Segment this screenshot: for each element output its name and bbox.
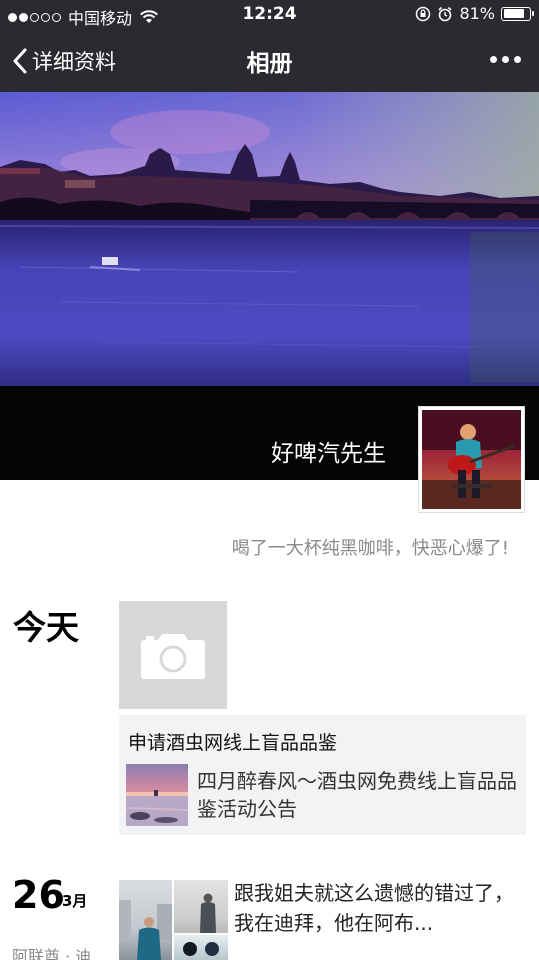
profile-signature: 喝了一大杯纯黑咖啡，快恶心爆了!: [231, 538, 509, 559]
shared-post-text: 申请酒虫网线上盲品品鉴: [128, 732, 338, 754]
person-photo-2: [200, 893, 216, 933]
sunset-lake-image: [126, 790, 188, 826]
today-date-label: 今天: [13, 608, 79, 647]
person-photo-1: [119, 900, 172, 960]
person-photo-3: [183, 942, 219, 956]
page-title: 相册: [246, 51, 293, 77]
add-photo-button[interactable]: [119, 601, 227, 709]
battery-percent: 81%: [459, 4, 495, 23]
shared-link-title: 四月醉春风～酒虫网免费线上盲品品鉴活动公告: [197, 769, 517, 821]
album-cover-image[interactable]: [0, 92, 539, 386]
post-photo[interactable]: [174, 935, 228, 960]
battery-level: [503, 9, 524, 18]
post-date-month: 3月: [62, 892, 88, 910]
post-photo[interactable]: [119, 880, 172, 960]
post-text: 跟我姐夫就这么遗憾的错过了，我在迪拜，他在阿布...: [234, 881, 514, 935]
shared-link-thumbnail: [126, 764, 188, 826]
orientation-lock-icon: [416, 6, 431, 21]
camera-icon: [141, 634, 205, 679]
status-bar: 中国移动 12:24 81%: [0, 0, 539, 30]
city-river-scene: [0, 92, 539, 386]
battery-icon: [501, 6, 534, 21]
post-location: 阿联酋 · 迪: [12, 947, 92, 960]
nav-bar: 详细资料 相册: [0, 30, 539, 92]
shared-link-card[interactable]: 申请酒虫网线上盲品品鉴 四月醉春风～酒虫网免费线上盲品品鉴活动公告: [119, 715, 526, 835]
alarm-icon: [438, 6, 453, 21]
post-date-day: 26: [12, 873, 65, 917]
post-photo-grid[interactable]: [119, 880, 228, 960]
guitarist-photo: [422, 410, 521, 509]
username: 好啤汽先生: [271, 441, 386, 467]
more-options-button[interactable]: [490, 56, 521, 63]
avatar[interactable]: [418, 406, 525, 513]
status-right: 81%: [415, 4, 534, 23]
post-photo[interactable]: [174, 880, 228, 933]
more-dot-icon: [490, 56, 497, 63]
more-dot-icon: [514, 56, 521, 63]
more-dot-icon: [502, 56, 509, 63]
